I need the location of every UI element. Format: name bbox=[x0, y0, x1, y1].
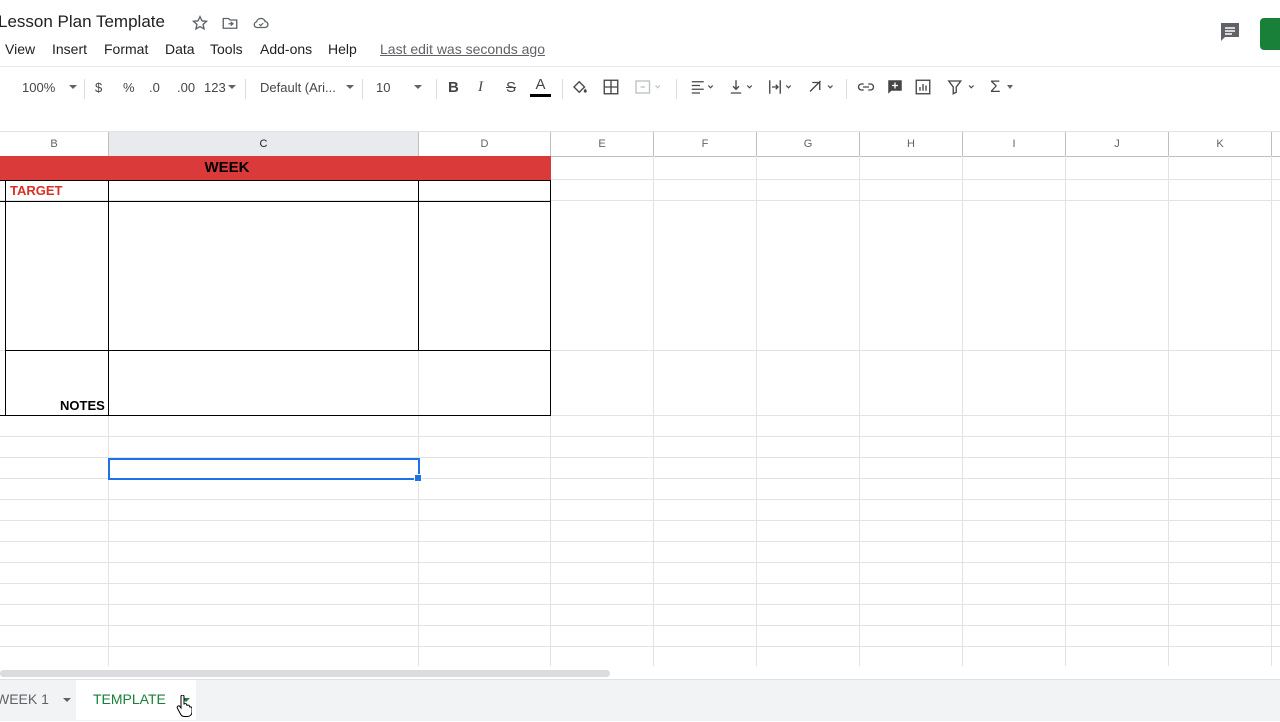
fill-handle[interactable] bbox=[414, 474, 422, 482]
text-color-glyph: A bbox=[535, 76, 546, 93]
mouse-cursor-icon bbox=[176, 694, 193, 722]
move-to-folder-icon[interactable] bbox=[220, 13, 240, 33]
menu-view[interactable]: View bbox=[5, 41, 35, 57]
link-icon[interactable] bbox=[856, 67, 876, 107]
more-formats-label: 123 bbox=[204, 79, 226, 95]
font-family-select[interactable]: Default (Ari... bbox=[260, 67, 354, 107]
column-header-b[interactable]: B bbox=[0, 132, 109, 156]
merge-icon[interactable] bbox=[633, 67, 663, 107]
column-header-c[interactable]: C bbox=[109, 132, 419, 156]
table-border bbox=[108, 180, 109, 416]
italic-button[interactable]: I bbox=[478, 67, 483, 107]
column-header-i[interactable]: I bbox=[963, 132, 1066, 156]
menu-format[interactable]: Format bbox=[104, 41, 148, 57]
functions-glyph: Σ bbox=[990, 77, 1001, 96]
share-button[interactable] bbox=[1260, 18, 1280, 50]
column-header-j[interactable]: J bbox=[1066, 132, 1169, 156]
zoom-select[interactable]: 100% bbox=[22, 67, 78, 107]
table-border bbox=[0, 415, 551, 416]
functions-icon[interactable]: Σ bbox=[990, 67, 1013, 107]
chevron-down-icon[interactable] bbox=[62, 698, 71, 703]
zoom-value: 100% bbox=[22, 79, 56, 95]
column-header-k[interactable]: K bbox=[1169, 132, 1272, 156]
font-size-value: 10 bbox=[376, 79, 391, 95]
last-edit-link[interactable]: Last edit was seconds ago bbox=[380, 41, 545, 57]
font-family-value: Default (Ari... bbox=[260, 79, 336, 95]
column-header-g[interactable]: G bbox=[757, 132, 860, 156]
sheet-tab-week-1[interactable]: WEEK 1 bbox=[0, 691, 71, 707]
font-size-select[interactable]: 10 bbox=[376, 67, 423, 107]
insert-chart-icon[interactable] bbox=[914, 67, 932, 107]
week-header-label: WEEK bbox=[204, 159, 250, 176]
menu-addons[interactable]: Add-ons bbox=[260, 41, 312, 57]
table-border bbox=[5, 180, 6, 416]
menu-data[interactable]: Data bbox=[165, 41, 195, 57]
star-icon[interactable] bbox=[190, 13, 210, 33]
valign-bottom-icon[interactable] bbox=[727, 67, 757, 107]
text-color-button[interactable]: A bbox=[530, 67, 551, 107]
strikethrough-button[interactable]: S bbox=[506, 67, 516, 107]
column-header-row: B C D E F G H I J K bbox=[0, 131, 1280, 157]
bold-button[interactable]: B bbox=[448, 67, 459, 107]
percent-button[interactable]: % bbox=[123, 67, 135, 107]
cloud-status-icon[interactable] bbox=[251, 13, 271, 33]
table-border bbox=[418, 180, 419, 351]
text-rotate-icon[interactable] bbox=[806, 67, 838, 107]
currency-button[interactable]: $ bbox=[95, 67, 102, 107]
sheet-tab-week-1-label: WEEK 1 bbox=[0, 691, 49, 707]
selected-cell[interactable] bbox=[108, 458, 420, 480]
align-left-icon[interactable] bbox=[688, 67, 718, 107]
sheet-tab-template-text: TEMPLATE bbox=[93, 691, 166, 707]
column-header-h[interactable]: H bbox=[860, 132, 963, 156]
paint-fill-icon[interactable] bbox=[571, 67, 589, 107]
notes-label: NOTES bbox=[60, 398, 105, 413]
comment-icon[interactable] bbox=[1218, 20, 1242, 44]
add-comment-icon[interactable] bbox=[886, 67, 904, 107]
menu-tools[interactable]: Tools bbox=[210, 41, 243, 57]
horizontal-scroll-thumb[interactable] bbox=[0, 670, 610, 677]
decrease-decimal-button[interactable]: .0 bbox=[149, 67, 160, 107]
more-formats-select[interactable]: 123 bbox=[204, 67, 236, 107]
table-border bbox=[0, 180, 551, 181]
menu-help[interactable]: Help bbox=[328, 41, 357, 57]
menu-insert[interactable]: Insert bbox=[52, 41, 87, 57]
column-header-f[interactable]: F bbox=[654, 132, 757, 156]
column-header-d[interactable]: D bbox=[419, 132, 551, 156]
table-border bbox=[550, 180, 551, 416]
toolbar: 100% $ % .0 .00 123 Default (Ari... 10 B… bbox=[0, 66, 1280, 107]
borders-icon[interactable] bbox=[602, 67, 620, 107]
table-border bbox=[0, 201, 551, 202]
text-wrap-icon[interactable] bbox=[766, 67, 796, 107]
column-header-e[interactable]: E bbox=[551, 132, 654, 156]
cell-grid[interactable] bbox=[0, 156, 1280, 666]
increase-decimal-button[interactable]: .00 bbox=[177, 67, 195, 107]
document-title[interactable]: Lesson Plan Template bbox=[0, 12, 165, 32]
target-label: TARGET bbox=[10, 183, 63, 198]
filter-icon[interactable] bbox=[944, 67, 982, 107]
table-border bbox=[6, 350, 551, 351]
